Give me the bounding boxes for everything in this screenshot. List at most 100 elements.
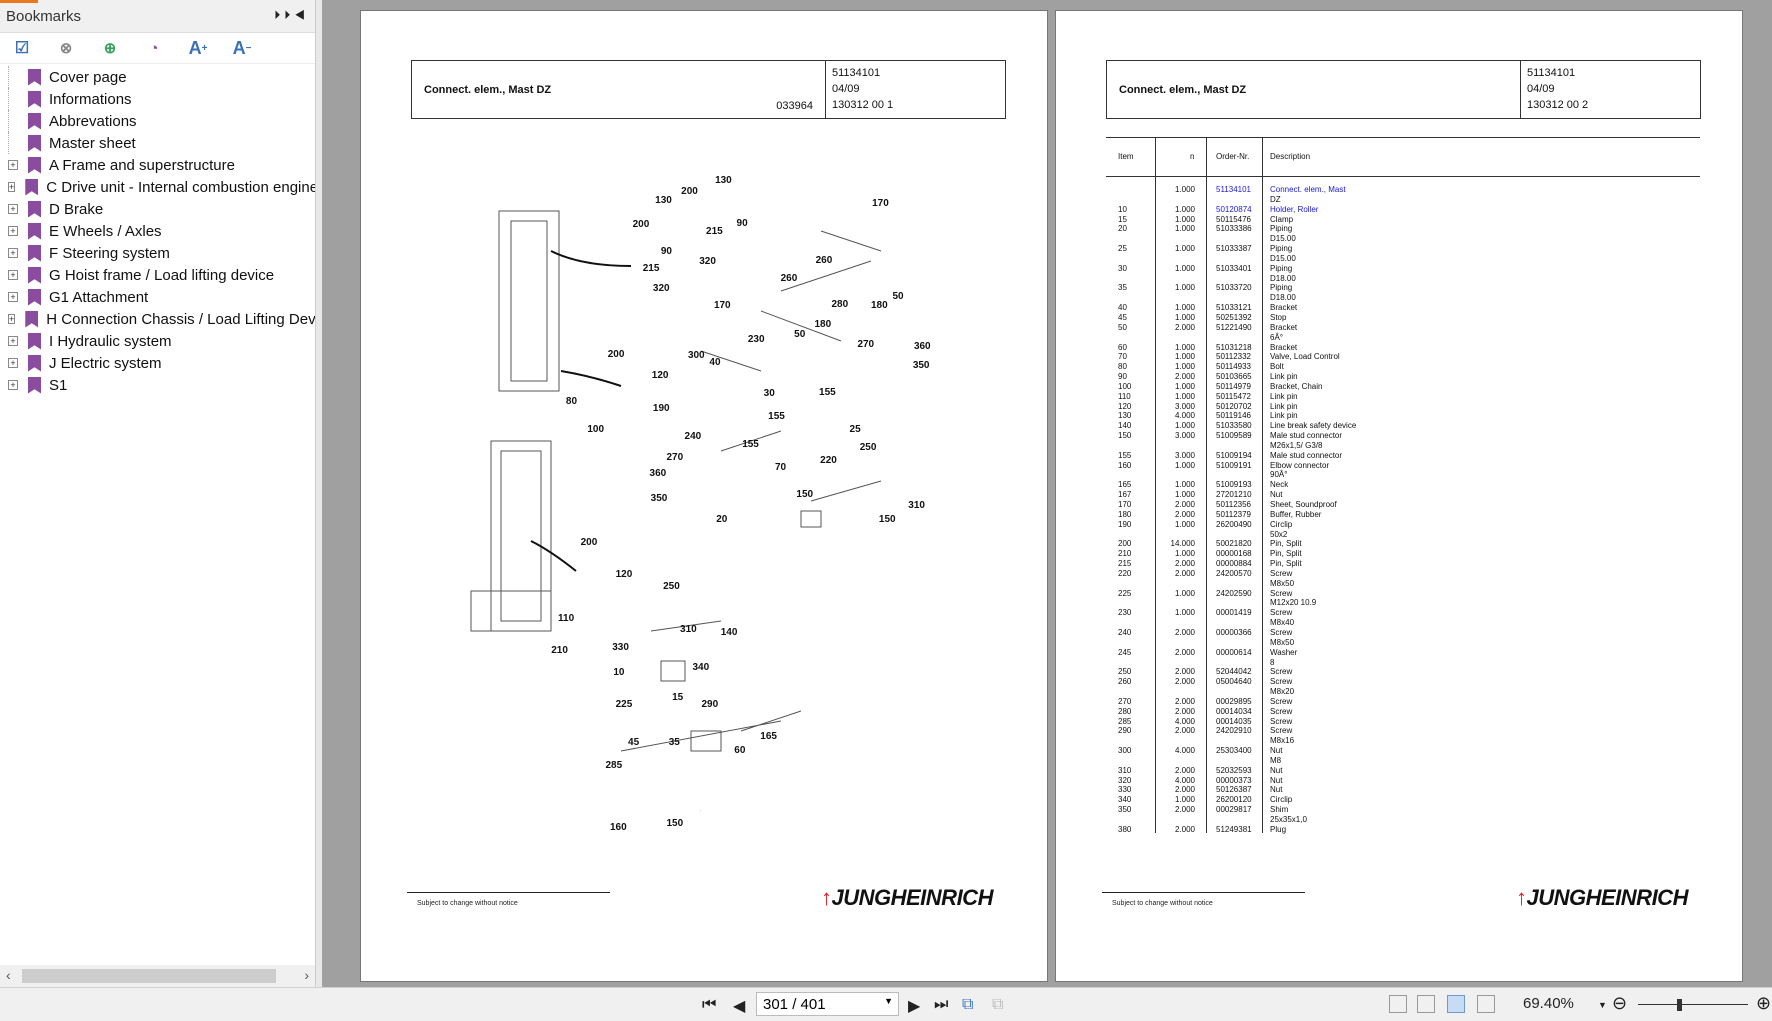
description: Bracket, Chain xyxy=(1270,381,1323,391)
bookmark-options-icon[interactable]: ☑ xyxy=(10,37,34,59)
single-page-view-button[interactable] xyxy=(1389,995,1407,1013)
callout-number: 140 xyxy=(720,626,738,638)
order-number: 50021820 xyxy=(1216,539,1252,549)
expand-icon[interactable]: + xyxy=(8,336,18,346)
bookmark-icon xyxy=(28,354,41,372)
collapse-panel-icon[interactable]: ◀ xyxy=(294,8,309,22)
table-row: 45 1.000 50251392 Stop xyxy=(1106,313,1700,323)
add-bookmark-icon[interactable]: ⊕ xyxy=(98,37,122,59)
zoom-dropdown-icon[interactable]: ▼ xyxy=(1598,1000,1607,1010)
item-number: 210 xyxy=(1118,549,1132,559)
callout-number: 110 xyxy=(558,613,575,625)
callout-number: 165 xyxy=(760,730,777,742)
callout-number: 200 xyxy=(632,218,650,230)
callout-number: 340 xyxy=(692,661,710,673)
chevron-down-icon[interactable]: ▼ xyxy=(884,996,893,1006)
expand-icon[interactable]: + xyxy=(8,380,18,390)
description[interactable]: Holder, Roller xyxy=(1270,205,1318,215)
zoom-level[interactable]: 69.40% xyxy=(1523,995,1574,1012)
table-row: 120 3.000 50120702 Link pin xyxy=(1106,402,1700,412)
next-page-button[interactable]: ▶ xyxy=(908,996,920,1016)
previous-view-button[interactable]: ⧉ xyxy=(962,996,973,1014)
expand-icon[interactable]: + xyxy=(8,182,16,192)
bookmark-icon xyxy=(28,332,41,350)
bookmark-icon xyxy=(28,156,41,174)
bookmarks-header: Bookmarks ⏵⏵◀ xyxy=(0,0,315,32)
scroll-right-icon[interactable]: › xyxy=(304,967,309,983)
bookmark-icon xyxy=(28,200,41,218)
expand-icon[interactable]: + xyxy=(8,314,16,324)
zoom-slider-handle[interactable] xyxy=(1676,999,1682,1011)
bookmark-item[interactable]: Informations xyxy=(0,88,315,110)
table-row: 320 4.000 00000373 Nut xyxy=(1106,776,1700,786)
quantity: 1.000 xyxy=(1174,381,1195,391)
zoom-out-button[interactable]: ⊖ xyxy=(1612,993,1627,1014)
bookmarks-toolbar: ☑ ⊗ ⊕ ◔ A + A − xyxy=(0,32,315,64)
callout-number: 320 xyxy=(652,283,670,295)
facing-view-button[interactable] xyxy=(1447,995,1465,1013)
table-row: 35 1.000 51033720 Piping xyxy=(1106,283,1700,293)
bookmark-item[interactable]: + I Hydraulic system xyxy=(0,330,315,352)
description[interactable]: Connect. elem., Mast xyxy=(1270,185,1346,195)
bookmark-item[interactable]: + D Brake xyxy=(0,198,315,220)
callout-number: 350 xyxy=(912,359,930,371)
order-number: 00014034 xyxy=(1216,706,1252,716)
order-number: 00000366 xyxy=(1216,627,1252,637)
bookmark-icon xyxy=(28,376,41,394)
bookmark-item[interactable]: + A Frame and superstructure xyxy=(0,154,315,176)
expand-icon[interactable]: + xyxy=(8,248,18,258)
previous-page-button[interactable]: ◀ xyxy=(733,996,745,1016)
next-view-button[interactable]: ⧉ xyxy=(992,996,1003,1014)
description-detail: D15.00 xyxy=(1270,253,1296,263)
expand-icon[interactable]: + xyxy=(8,358,18,368)
bookmark-item[interactable]: + F Steering system xyxy=(0,242,315,264)
table-row: 110 1.000 50115472 Link pin xyxy=(1106,392,1700,402)
scroll-left-icon[interactable]: ‹ xyxy=(6,967,11,983)
order-number[interactable]: 51134101 xyxy=(1216,185,1251,195)
last-page-button[interactable]: ⏭ xyxy=(934,996,948,1014)
scrollbar-thumb[interactable] xyxy=(22,969,276,983)
callout-number: 225 xyxy=(615,698,633,710)
quantity: 2.000 xyxy=(1174,627,1195,637)
quantity: 2.000 xyxy=(1174,785,1195,795)
expand-icon[interactable]: + xyxy=(8,226,18,236)
quantity: 1.000 xyxy=(1174,224,1195,234)
bookmark-item[interactable]: + G1 Attachment xyxy=(0,286,315,308)
zoom-in-button[interactable]: ⊕ xyxy=(1756,993,1771,1014)
bookmark-item[interactable]: + J Electric system xyxy=(0,352,315,374)
order-number: 50119146 xyxy=(1216,411,1251,421)
find-bookmark-icon[interactable]: ◔ xyxy=(142,37,166,59)
delete-bookmark-icon[interactable]: ⊗ xyxy=(54,37,78,59)
first-page-button[interactable]: ⏮ xyxy=(702,996,716,1014)
jungheinrich-logo: ↑JUNGHEINRICH xyxy=(1516,885,1688,910)
tree-line xyxy=(8,110,18,132)
expand-icon[interactable]: + xyxy=(8,204,18,214)
bookmark-item[interactable]: Abbrevations xyxy=(0,110,315,132)
quantity: 1.000 xyxy=(1174,263,1195,273)
continuous-facing-view-button[interactable] xyxy=(1477,995,1495,1013)
order-number[interactable]: 50120874 xyxy=(1216,205,1252,215)
item-number: 20 xyxy=(1118,224,1127,234)
expand-icon[interactable]: + xyxy=(8,270,18,280)
expand-icon[interactable]: + xyxy=(8,292,18,302)
expand-panel-icon[interactable]: ⏵⏵ xyxy=(274,8,294,22)
zoom-slider[interactable] xyxy=(1638,999,1748,1011)
bookmark-item[interactable]: Cover page xyxy=(0,66,315,88)
bookmark-item[interactable]: + C Drive unit - Internal combustion engi… xyxy=(0,176,315,198)
col-order: Order-Nr. xyxy=(1216,152,1250,161)
callout-number: 150 xyxy=(878,513,896,525)
page-number-input[interactable]: 301 / 401 ▼ xyxy=(756,992,899,1016)
decrease-font-icon[interactable]: A − xyxy=(230,37,254,59)
increase-font-icon[interactable]: A + xyxy=(186,37,210,59)
order-number: 00000884 xyxy=(1216,559,1252,569)
horizontal-scrollbar[interactable]: ‹ › xyxy=(0,965,315,987)
exploded-parts-diagram xyxy=(470,210,882,811)
bookmark-item[interactable]: + S1 xyxy=(0,374,315,396)
bookmark-item[interactable]: + H Connection Chassis / Load Lifting Dev… xyxy=(0,308,315,330)
expand-icon[interactable]: + xyxy=(8,160,18,170)
bookmark-item[interactable]: Master sheet xyxy=(0,132,315,154)
bookmark-icon xyxy=(25,178,39,196)
continuous-view-button[interactable] xyxy=(1417,995,1435,1013)
bookmark-item[interactable]: + E Wheels / Axles xyxy=(0,220,315,242)
bookmark-item[interactable]: + G Hoist frame / Load lifting device xyxy=(0,264,315,286)
